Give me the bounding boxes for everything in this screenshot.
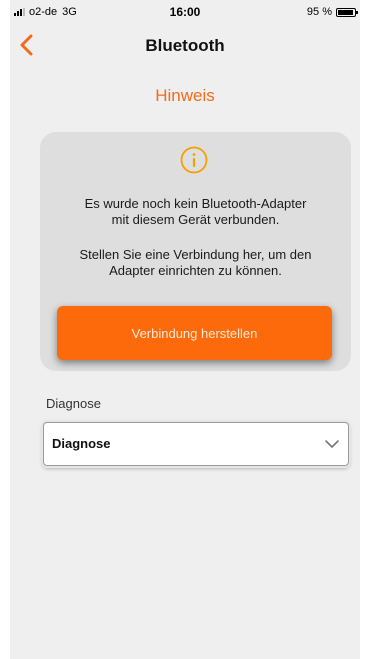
battery-icon	[336, 7, 358, 17]
info-icon	[180, 146, 208, 174]
card-message-2: Stellen Sie eine Verbindung her, um den …	[79, 247, 312, 278]
card-message-1: Es wurde noch kein Bluetooth-Adapter mit…	[84, 196, 307, 227]
battery-percent: 95 %	[306, 6, 332, 18]
diagnose-label: Diagnose	[46, 396, 101, 411]
diagnose-selected-value: Diagnose	[52, 436, 111, 451]
app-screen: o2-de 3G 16:00 95 % Bluetooth Hinweis Es…	[10, 0, 360, 659]
battery-fill	[338, 9, 354, 15]
status-right: 95 %	[306, 6, 358, 18]
nav-title: Bluetooth	[145, 36, 225, 55]
hint-title: Hinweis	[155, 86, 215, 105]
status-bar: o2-de 3G 16:00 95 %	[10, 0, 360, 22]
nav-bar: Bluetooth	[10, 28, 360, 62]
diagnose-select[interactable]: Diagnose	[43, 422, 349, 466]
chevron-down-icon	[325, 440, 339, 448]
connect-button[interactable]: Verbindung herstellen	[57, 306, 332, 360]
info-card: Es wurde noch kein Bluetooth-Adapter mit…	[40, 132, 351, 371]
